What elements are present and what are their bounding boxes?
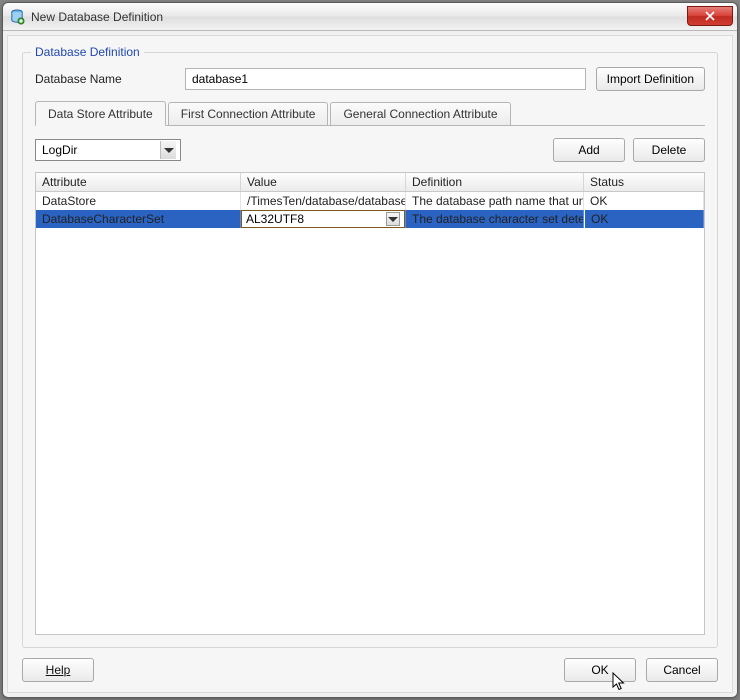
tab-data-store-attribute[interactable]: Data Store Attribute (35, 101, 166, 126)
table-row[interactable]: DataStore /TimesTen/database/database1 T… (36, 192, 704, 210)
tab-general-connection-attribute[interactable]: General Connection Attribute (330, 102, 510, 125)
attribute-grid: Attribute Value Definition Status DataSt… (35, 172, 705, 635)
cell-status: OK (584, 210, 704, 228)
cell-status: OK (584, 192, 704, 210)
tab-first-connection-attribute[interactable]: First Connection Attribute (168, 102, 329, 125)
database-name-row: Database Name Import Definition (35, 67, 705, 91)
attribute-combo[interactable]: LogDir (35, 139, 181, 161)
tab-panel: LogDir Add Delete Attribute Value Defini… (35, 126, 705, 635)
database-name-input[interactable] (185, 68, 586, 90)
toolbar-row: LogDir Add Delete (35, 138, 705, 162)
cancel-button[interactable]: Cancel (646, 658, 718, 682)
col-definition[interactable]: Definition (406, 173, 584, 191)
dialog-window: New Database Definition Database Definit… (2, 2, 738, 698)
table-row[interactable]: DatabaseCharacterSet AL32UTF8 The databa… (36, 210, 704, 228)
add-button[interactable]: Add (553, 138, 625, 162)
cell-attribute: DataStore (36, 192, 241, 210)
attribute-combo-value: LogDir (42, 143, 160, 157)
tab-bar: Data Store Attribute First Connection At… (35, 101, 705, 126)
grid-body[interactable]: DataStore /TimesTen/database/database1 T… (36, 192, 704, 634)
titlebar: New Database Definition (3, 3, 737, 31)
help-button[interactable]: Help (22, 658, 94, 682)
close-button[interactable] (687, 6, 733, 26)
ok-button[interactable]: OK (564, 658, 636, 682)
group-title: Database Definition (31, 45, 144, 59)
cell-value[interactable]: AL32UTF8 (241, 210, 406, 228)
database-definition-group: Database Definition Database Name Import… (22, 52, 718, 648)
col-attribute[interactable]: Attribute (36, 173, 241, 191)
import-definition-button[interactable]: Import Definition (596, 67, 705, 91)
delete-button[interactable]: Delete (633, 138, 705, 162)
cell-definition: The database character set deter… (406, 210, 584, 228)
database-name-label: Database Name (35, 72, 175, 86)
chevron-down-icon (160, 141, 176, 159)
chevron-down-icon (386, 212, 400, 226)
cell-value[interactable]: /TimesTen/database/database1 (241, 192, 406, 210)
cell-attribute: DatabaseCharacterSet (36, 210, 241, 228)
value-dropdown-editor[interactable]: AL32UTF8 (241, 210, 405, 228)
col-status[interactable]: Status (584, 173, 704, 191)
window-title: New Database Definition (31, 10, 163, 24)
client-area: Database Definition Database Name Import… (7, 35, 733, 693)
dialog-footer: Help OK Cancel (22, 648, 718, 682)
value-dropdown-text: AL32UTF8 (246, 212, 386, 226)
col-value[interactable]: Value (241, 173, 406, 191)
cell-definition: The database path name that uni… (406, 192, 584, 210)
grid-header: Attribute Value Definition Status (36, 173, 704, 192)
database-icon (9, 9, 25, 25)
